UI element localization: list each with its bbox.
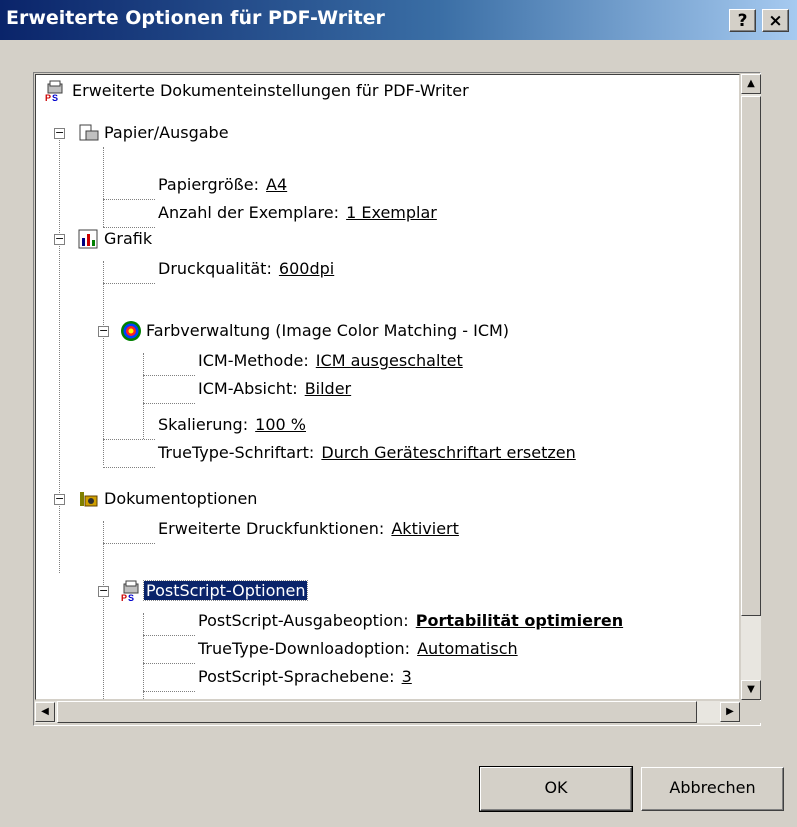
tree-line <box>103 467 155 468</box>
tree-line <box>103 543 155 544</box>
tree-line <box>143 375 195 376</box>
tree-item-paper-size[interactable]: Papiergröße: A4 <box>156 171 287 199</box>
icm-intent-value[interactable]: Bilder <box>305 379 351 398</box>
paper-size-label: Papiergröße: <box>158 175 265 194</box>
title-bar[interactable]: Erweiterte Optionen für PDF-Writer ? × <box>0 0 797 40</box>
scroll-right-button[interactable]: ▶ <box>720 702 740 722</box>
document-options-icon <box>80 492 98 507</box>
tree-line <box>103 261 104 465</box>
vertical-scrollbar[interactable]: ▲ ▼ <box>741 74 761 700</box>
tt-download-value[interactable]: Automatisch <box>417 639 518 658</box>
tree-item-advanced-print[interactable]: Erweiterte Druckfunktionen: Aktiviert <box>156 515 459 543</box>
tree-item-tt-download[interactable]: TrueType-Downloadoption: Automatisch <box>196 635 518 663</box>
ps-level-label: PostScript-Sprachebene: <box>198 667 400 686</box>
collapse-toggle-graphics[interactable]: − <box>54 233 65 245</box>
graphics-chart-icon <box>78 229 98 249</box>
tree-line <box>143 353 144 439</box>
tree-item-truetype-font[interactable]: TrueType-Schriftart: Durch Geräteschrift… <box>156 439 576 467</box>
tree-item-copies[interactable]: Anzahl der Exemplare: 1 Exemplar <box>156 199 437 227</box>
vertical-scroll-thumb[interactable] <box>741 96 761 616</box>
tree-node-color[interactable]: Farbverwaltung (Image Color Matching - I… <box>144 317 511 345</box>
tree-item-scaling[interactable]: Skalierung: 100 % <box>156 411 306 439</box>
advanced-print-label: Erweiterte Druckfunktionen: <box>158 519 390 538</box>
docopts-label: Dokumentoptionen <box>104 489 258 508</box>
printer-ps-icon: P S <box>121 580 139 602</box>
settings-tree-frame: − − − − − P S P S Erweiterte Dokumentein… <box>33 72 761 726</box>
dialog-window: Erweiterte Optionen für PDF-Writer ? × −… <box>0 0 797 827</box>
tree-item-icm-method[interactable]: ICM-Methode: ICM ausgeschaltet <box>196 347 463 375</box>
ok-button[interactable]: OK <box>479 766 633 812</box>
tree-node-paper[interactable]: Papier/Ausgabe <box>102 119 231 147</box>
tree-node-docopts[interactable]: Dokumentoptionen <box>102 485 259 513</box>
tree-line <box>103 199 155 200</box>
tree-line <box>143 663 195 664</box>
scaling-value[interactable]: 100 % <box>255 415 306 434</box>
print-quality-label: Druckqualität: <box>158 259 277 278</box>
tree-item-ps-output[interactable]: PostScript-Ausgabeoption: Portabilität o… <box>196 607 623 635</box>
collapse-toggle-paper[interactable]: − <box>54 127 65 139</box>
collapse-toggle-color[interactable]: − <box>98 325 109 337</box>
close-button[interactable]: × <box>762 9 789 32</box>
ps-options-label: PostScript-Optionen <box>142 580 309 601</box>
svg-text:P: P <box>121 593 127 602</box>
scaling-label: Skalierung: <box>158 415 254 434</box>
scroll-left-button[interactable]: ◀ <box>35 702 55 722</box>
scroll-down-button[interactable]: ▼ <box>741 680 761 700</box>
icm-method-label: ICM-Methode: <box>198 351 314 370</box>
tree-node-graphics[interactable]: Grafik <box>102 225 154 253</box>
ps-output-label: PostScript-Ausgabeoption: <box>198 611 414 630</box>
icm-method-value[interactable]: ICM ausgeschaltet <box>316 351 463 370</box>
tree-line <box>103 521 104 699</box>
paper-size-value[interactable]: A4 <box>266 175 287 194</box>
tt-download-label: TrueType-Downloadoption: <box>198 639 416 658</box>
tree-item-print-quality[interactable]: Druckqualität: 600dpi <box>156 255 334 283</box>
settings-tree[interactable]: − − − − − P S P S Erweiterte Dokumentein… <box>35 74 740 700</box>
collapse-toggle-docopts[interactable]: − <box>54 493 65 505</box>
cancel-button[interactable]: Abbrechen <box>641 767 784 811</box>
svg-text:P: P <box>45 93 51 102</box>
ps-output-value[interactable]: Portabilität optimieren <box>416 611 623 630</box>
tree-item-icm-intent[interactable]: ICM-Absicht: Bilder <box>196 375 351 403</box>
tree-node-ps-options[interactable]: PostScript-Optionen <box>142 577 309 605</box>
scrollbar-corner <box>741 701 761 723</box>
ps-level-value[interactable]: 3 <box>402 667 412 686</box>
tree-item-ps-level[interactable]: PostScript-Sprachebene: 3 <box>196 663 412 691</box>
paper-output-icon <box>79 124 99 141</box>
horizontal-scroll-thumb[interactable] <box>57 701 697 723</box>
tree-root-label: Erweiterte Dokumenteinstellungen für PDF… <box>72 81 469 100</box>
horizontal-scrollbar[interactable]: ◀ ▶ <box>35 701 740 723</box>
svg-text:S: S <box>128 593 134 602</box>
scroll-up-button[interactable]: ▲ <box>741 74 761 94</box>
tree-line <box>143 691 195 692</box>
tree-line <box>103 147 104 227</box>
tree-line <box>143 635 195 636</box>
paper-label: Papier/Ausgabe <box>104 123 229 142</box>
window-title: Erweiterte Optionen für PDF-Writer <box>6 7 385 29</box>
help-button[interactable]: ? <box>729 9 756 32</box>
tree-line <box>103 439 155 440</box>
tree-line <box>59 133 60 573</box>
tree-line <box>103 283 155 284</box>
tree-line <box>143 613 144 699</box>
color-target-icon <box>121 321 141 341</box>
printer-ps-icon: P S <box>45 80 63 102</box>
graphics-label: Grafik <box>104 229 153 248</box>
advanced-print-value[interactable]: Aktiviert <box>391 519 459 538</box>
truetype-font-value[interactable]: Durch Geräteschriftart ersetzen <box>321 443 575 462</box>
svg-text:S: S <box>52 93 58 102</box>
collapse-toggle-ps[interactable]: − <box>98 585 109 597</box>
copies-value[interactable]: 1 Exemplar <box>346 203 437 222</box>
truetype-font-label: TrueType-Schriftart: <box>158 443 320 462</box>
copies-label: Anzahl der Exemplare: <box>158 203 345 222</box>
print-quality-value[interactable]: 600dpi <box>279 259 334 278</box>
icm-intent-label: ICM-Absicht: <box>198 379 303 398</box>
tree-line <box>143 403 195 404</box>
tree-root[interactable]: Erweiterte Dokumenteinstellungen für PDF… <box>70 77 471 105</box>
color-label: Farbverwaltung (Image Color Matching - I… <box>146 321 510 340</box>
